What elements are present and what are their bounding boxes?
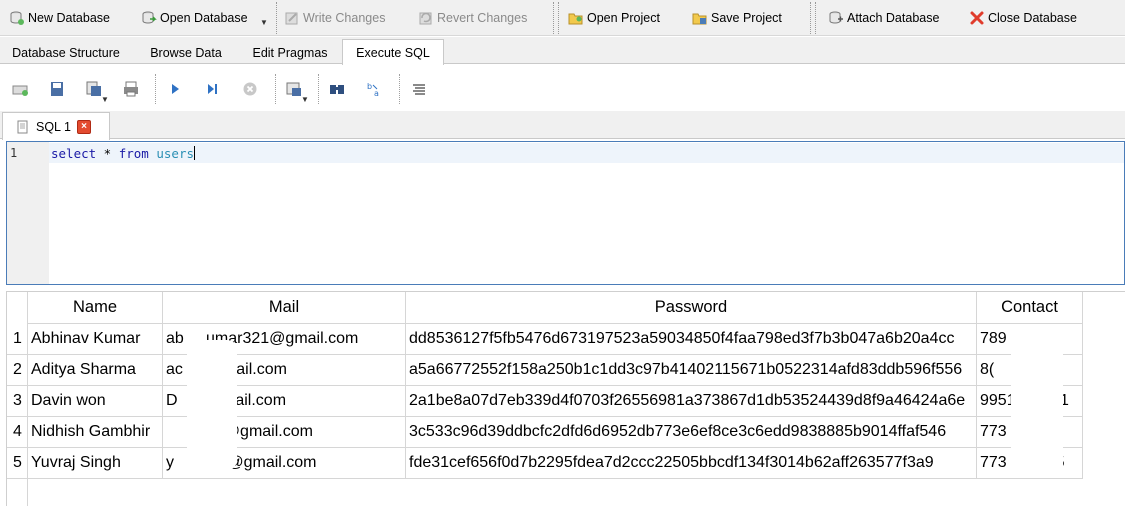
toolbar-separator [155, 74, 156, 104]
row-number[interactable]: 3 [7, 386, 28, 417]
close-tab-icon[interactable]: × [76, 119, 91, 134]
row-number[interactable]: 1 [7, 324, 28, 355]
revert-changes-icon [419, 12, 432, 25]
sql-tab-label: SQL 1 [36, 119, 71, 134]
table-cell-password[interactable]: fde31cef656f0d7b2295fdea7d2ccc22505bbcdf… [406, 448, 977, 479]
main-tabbar: Database Structure Browse Data Edit Prag… [0, 37, 1125, 65]
attach-database-button[interactable]: Attach Database [828, 8, 939, 28]
new-database-button[interactable]: New Database [9, 8, 110, 28]
comment-block-icon[interactable] [410, 80, 428, 98]
close-database-button[interactable]: Close Database [969, 8, 1077, 28]
table-cell-password[interactable]: 3c533c96d39ddbcfc2dfd6d6952db773e6ef8ce3… [406, 417, 977, 448]
tab-edit-pragmas[interactable]: Edit Pragmas [240, 41, 340, 64]
save-project-button[interactable]: Save Project [692, 8, 782, 28]
new-database-icon [10, 11, 24, 25]
current-line-highlight [49, 143, 1124, 163]
sql-keyword: select [51, 146, 97, 161]
row-number[interactable]: 4 [7, 417, 28, 448]
print-icon[interactable] [122, 80, 140, 98]
table-cell-password[interactable]: a5a66772552f158a250b1c1dd3c97b4140211567… [406, 355, 977, 386]
results-grid[interactable]: Name Mail Password Contact 1 Abhinav Kum… [6, 291, 1125, 506]
table-cell-name[interactable]: Aditya Sharma [28, 355, 163, 386]
redaction-mark [1011, 326, 1063, 476]
new-database-label: New Database [28, 11, 110, 25]
table-cell-password[interactable]: 2a1be8a07d7eb339d4f0703f26556981a373867d… [406, 386, 977, 417]
line-number: 1 [10, 146, 18, 160]
sql-editor[interactable]: 1 select * from users [6, 141, 1125, 285]
toolbar-separator [276, 2, 277, 34]
column-header-name[interactable]: Name [28, 292, 163, 324]
write-changes-button[interactable]: Write Changes [284, 8, 385, 28]
save-project-icon [692, 13, 707, 25]
table-cell-name[interactable]: Nidhish Gambhir [28, 417, 163, 448]
toolbar-separator [399, 74, 400, 104]
open-tab-icon[interactable] [11, 80, 29, 98]
toolbar-separator [318, 74, 319, 104]
row-number[interactable]: 2 [7, 355, 28, 386]
column-header-mail[interactable]: Mail [163, 292, 406, 324]
close-database-label: Close Database [988, 11, 1077, 25]
row-number[interactable]: 5 [7, 448, 28, 479]
tab-browse-data[interactable]: Browse Data [136, 41, 236, 64]
tab-database-structure[interactable]: Database Structure [2, 41, 130, 64]
toolbar-separator [553, 2, 554, 34]
table-cell-password[interactable]: dd8536127f5fb5476d673197523a59034850f4fa… [406, 324, 977, 355]
sql-code-line[interactable]: select * from users [51, 146, 195, 161]
save-results-dropdown-icon[interactable]: ▼ [301, 95, 309, 104]
stop-execution-icon[interactable] [241, 80, 259, 98]
tab-execute-sql[interactable]: Execute SQL [342, 39, 444, 65]
table-cell-name[interactable]: Yuvraj Singh [28, 448, 163, 479]
close-database-icon [970, 11, 984, 25]
write-changes-label: Write Changes [303, 11, 386, 25]
revert-changes-button[interactable]: Revert Changes [418, 8, 527, 28]
line-number-gutter: 1 [7, 142, 49, 284]
open-database-icon [142, 11, 157, 24]
toolbar-separator [275, 74, 276, 104]
toolbar-separator [558, 2, 559, 34]
column-header-password[interactable]: Password [406, 292, 977, 324]
find-replace-icon[interactable]: ba [366, 80, 384, 98]
text-cursor [194, 146, 195, 160]
execute-all-icon[interactable] [166, 80, 184, 98]
write-changes-icon [285, 12, 298, 25]
table-cell-name[interactable]: Davin won [28, 386, 163, 417]
sql-identifier: users [148, 146, 194, 161]
sql-operator: * [96, 146, 119, 161]
open-database-dropdown-icon[interactable]: ▼ [260, 18, 268, 27]
redaction-mark [187, 340, 237, 470]
find-text-icon[interactable] [328, 80, 346, 98]
execute-line-icon[interactable] [203, 80, 221, 98]
sql-keyword: from [118, 146, 149, 161]
sql-tabbar: SQL 1 × [0, 111, 1125, 140]
svg-text:a: a [374, 89, 379, 98]
open-sql-file-icon[interactable] [48, 80, 66, 98]
svg-text:b: b [367, 82, 372, 91]
sql-toolbar: ▼ ▼ ba [0, 65, 1125, 111]
save-dropdown-icon[interactable]: ▼ [101, 95, 109, 104]
attach-database-label: Attach Database [847, 11, 940, 25]
save-project-label: Save Project [711, 11, 782, 25]
column-header-contact[interactable]: Contact [977, 292, 1083, 324]
document-icon [17, 120, 28, 133]
table-cell-name[interactable]: Abhinav Kumar [28, 324, 163, 355]
open-project-icon [568, 13, 583, 25]
open-database-button[interactable]: Open Database [141, 8, 248, 28]
tab-sql-1[interactable]: SQL 1 × [2, 112, 110, 140]
revert-changes-label: Revert Changes [437, 11, 528, 25]
toolbar-separator [810, 2, 811, 34]
open-project-label: Open Project [587, 11, 660, 25]
main-toolbar: New Database Open Database ▼ Write Chang… [0, 0, 1125, 36]
toolbar-separator [815, 2, 816, 34]
attach-database-icon [829, 11, 843, 24]
open-project-button[interactable]: Open Project [568, 8, 660, 28]
open-database-label: Open Database [160, 11, 248, 25]
